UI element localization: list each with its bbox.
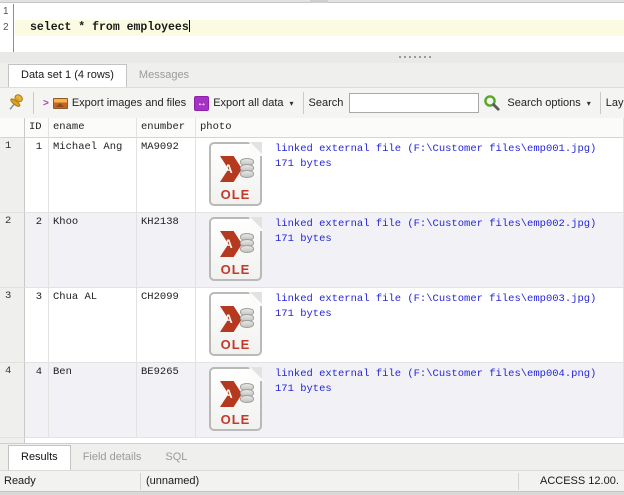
table-row[interactable]: 4 4 Ben BE9265 A OLE linked external fil… [0,363,624,438]
header-corner[interactable] [0,118,25,138]
export-all-data-button[interactable]: ↔ Export all data ▾ [190,91,297,115]
status-document-name: (unnamed) [146,475,200,487]
dropdown-arrow-icon: ▾ [289,98,294,108]
ole-object-icon[interactable]: A OLE [209,217,264,281]
tab-messages[interactable]: Messages [127,65,201,87]
window-bottom-edge [0,491,624,495]
results-toolbar: > Export images and files ↔ Export all d… [0,87,624,118]
access-logo-icon: A [220,381,242,407]
cell-photo[interactable]: A OLE linked external file (F:\Customer … [196,213,624,288]
status-divider [140,473,141,490]
tab-results[interactable]: Results [8,445,71,470]
toolbar-separator [33,92,34,114]
column-header-photo[interactable]: photo [196,118,624,138]
result-grid: ID ename enumber photo 1 1 Michael Ang M… [0,118,624,444]
cell-enumber[interactable]: BE9265 [137,363,196,438]
linked-file-info: linked external file (F:\Customer files\… [275,143,597,170]
cell-id[interactable]: 4 [25,363,49,438]
cell-photo[interactable]: A OLE linked external file (F:\Customer … [196,288,624,363]
row-number[interactable]: 4 [0,363,25,438]
sql-editor[interactable]: 1 2 select * from employees [0,4,624,52]
export-all-icon: ↔ [194,95,210,111]
cell-id[interactable]: 3 [25,288,49,363]
column-header-enumber[interactable]: enumber [137,118,196,138]
ole-object-icon[interactable]: A OLE [209,292,264,356]
cell-ename[interactable]: Khoo [49,213,137,288]
status-provider: ACCESS 12.00. [540,475,619,487]
cell-photo[interactable]: A OLE linked external file (F:\Customer … [196,138,624,213]
editor-line-number-gutter: 1 2 [0,4,14,52]
cell-enumber[interactable]: MA9092 [137,138,196,213]
cell-ename[interactable]: Michael Ang [49,138,137,213]
folded-corner [248,142,264,156]
ole-label: OLE [220,412,251,427]
ole-label: OLE [220,187,251,202]
top-splitter[interactable] [0,0,624,3]
ole-label: OLE [220,262,251,277]
row-number[interactable]: 1 [0,138,25,213]
toolbar-separator [599,92,601,114]
ole-object-icon[interactable]: A OLE [209,367,264,431]
grid-header-row: ID ename enumber photo [0,118,624,138]
status-divider [518,473,519,490]
cell-ename[interactable]: Chua AL [49,288,137,363]
toolbar-separator [302,92,304,114]
bottom-tab-bar: Results Field details SQL [0,443,624,470]
status-ready: Ready [4,475,36,487]
line-number: 1 [3,6,9,17]
row-number[interactable]: 3 [0,288,25,363]
splitter-grip [310,0,328,3]
editor-line[interactable] [15,4,624,20]
access-logo-icon: A [220,156,242,182]
export-images-button[interactable]: > Export images and files [39,91,190,115]
ole-label: OLE [220,337,251,352]
search-options-button[interactable]: Search options ▾ [503,91,594,115]
cell-enumber[interactable]: KH2138 [137,213,196,288]
line-number: 2 [3,22,9,33]
pushpin-icon [9,94,23,110]
search-icon[interactable] [483,94,501,112]
chevron-right-icon: > [43,97,49,109]
image-icon [52,97,68,109]
table-row[interactable]: 1 1 Michael Ang MA9092 A OLE linked exte… [0,138,624,213]
splitter-grip-dots [399,56,431,58]
status-bar: Ready (unnamed) ACCESS 12.00. [0,470,624,491]
column-header-id[interactable]: ID [25,118,49,138]
sql-text: select * from employees [30,21,189,34]
pin-button[interactable] [3,91,28,115]
search-input[interactable] [349,93,480,113]
table-row[interactable]: 2 2 Khoo KH2138 A OLE linked external fi… [0,213,624,288]
text-cursor [188,20,190,32]
table-row[interactable]: 3 3 Chua AL CH2099 A OLE linked external… [0,288,624,363]
editor-results-splitter[interactable] [0,52,624,63]
linked-file-info: linked external file (F:\Customer files\… [275,293,597,320]
tab-sql[interactable]: SQL [153,446,199,470]
linked-file-info: linked external file (F:\Customer files\… [275,368,597,395]
cell-enumber[interactable]: CH2099 [137,288,196,363]
editor-current-line[interactable]: select * from employees [15,20,624,36]
cell-photo[interactable]: A OLE linked external file (F:\Customer … [196,363,624,438]
dropdown-arrow-icon: ▾ [586,98,591,108]
layout-label: Layout [605,97,624,109]
tab-field-details[interactable]: Field details [71,446,154,470]
row-number[interactable]: 2 [0,213,25,288]
cell-id[interactable]: 1 [25,138,49,213]
cell-ename[interactable]: Ben [49,363,137,438]
tab-data-set-1[interactable]: Data set 1 (4 rows) [8,64,127,87]
access-logo-icon: A [220,231,242,257]
cell-id[interactable]: 2 [25,213,49,288]
linked-file-info: linked external file (F:\Customer files\… [275,218,597,245]
search-label: Search [308,97,344,109]
ole-object-icon[interactable]: A OLE [209,142,264,206]
column-header-ename[interactable]: ename [49,118,137,138]
access-logo-icon: A [220,306,242,332]
result-tab-bar: Data set 1 (4 rows) Messages [0,63,624,87]
